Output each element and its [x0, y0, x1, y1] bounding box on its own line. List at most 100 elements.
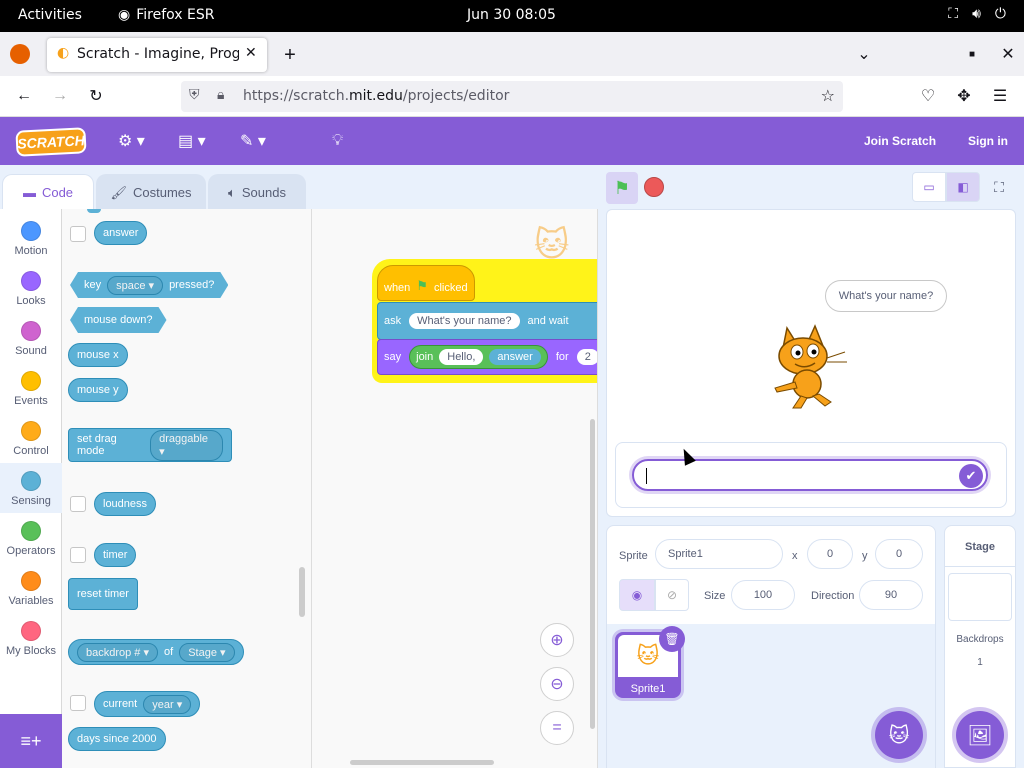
app-menu[interactable]: ◉ Firefox ESR [118, 7, 214, 23]
x-label: x [792, 550, 798, 562]
scratch-logo[interactable]: SCRATCH [15, 127, 87, 157]
extensions-icon[interactable]: ✥ [950, 82, 978, 110]
category-sensing[interactable]: Sensing [0, 463, 62, 513]
direction-input[interactable]: 90 [859, 580, 923, 610]
pocket-icon[interactable]: ♡ [914, 82, 942, 110]
choose-backdrop-button[interactable]: 🖼︎ [956, 711, 1004, 759]
bookmark-star-icon[interactable]: ☆ [821, 86, 835, 105]
tab-sounds[interactable]: 🔈︎ Sounds [208, 174, 306, 210]
x-input[interactable]: 0 [807, 539, 853, 569]
category-looks[interactable]: Looks [0, 263, 62, 313]
ask-and-wait-block[interactable]: ask What's your name? and wait [377, 302, 597, 340]
forward-button[interactable]: → [46, 82, 74, 110]
hello-input[interactable]: Hello, [439, 349, 484, 365]
sign-in-link[interactable]: Sign in [968, 117, 1008, 165]
menu-icon[interactable]: ☰ [986, 82, 1014, 110]
submit-answer-button[interactable]: ✔ [959, 464, 983, 488]
small-stage-button[interactable]: ▭ [912, 172, 946, 202]
join-block[interactable]: join Hello, answer [409, 345, 548, 369]
browser-tab[interactable]: ◐ Scratch - Imagine, Program ✕ [47, 38, 267, 72]
reload-button[interactable]: ↻ [82, 82, 110, 110]
cat-sprite[interactable] [767, 318, 857, 410]
category-events[interactable]: Events [0, 363, 62, 413]
days-since-block[interactable]: days since 2000 [68, 727, 166, 751]
fullscreen-button[interactable]: ⛶ [986, 172, 1012, 202]
choose-sprite-button[interactable]: 🐱︎ [875, 711, 923, 759]
current-dropdown[interactable]: year ▾ [143, 694, 192, 714]
say-for-secs-block[interactable]: say join Hello, answer for 2 [377, 339, 597, 375]
maximize-button[interactable]: ■ [958, 40, 986, 68]
loudness-checkbox[interactable] [70, 496, 86, 512]
block-palette: answer key space ▾ pressed? mouse down? mo… [62, 209, 312, 768]
key-pressed-block[interactable]: key space ▾ pressed? [70, 272, 228, 298]
back-button[interactable]: ← [10, 82, 38, 110]
category-my-blocks[interactable]: My Blocks [0, 613, 62, 663]
close-window-button[interactable]: ✕ [994, 40, 1022, 68]
answer-block[interactable]: answer [94, 221, 148, 245]
shield-icon[interactable]: ⛨ [189, 87, 200, 103]
stage-dropdown[interactable]: Stage ▾ [179, 642, 235, 662]
size-input[interactable]: 100 [731, 580, 795, 610]
category-operators[interactable]: Operators [0, 513, 62, 563]
activities-button[interactable]: Activities [18, 7, 82, 23]
code-workspace[interactable]: 🐱︎ when ⚑ clicked ask What's your name? and … [312, 209, 598, 768]
mouse-y-block[interactable]: mouse y [68, 378, 128, 402]
y-input[interactable]: 0 [875, 539, 923, 569]
hide-sprite-button[interactable]: ⊘ [655, 579, 689, 611]
green-flag-button[interactable]: ⚑ [606, 172, 638, 204]
workspace-vscrollbar[interactable] [590, 419, 595, 729]
list-tabs-icon[interactable]: ⌄ [850, 40, 878, 68]
category-motion[interactable]: Motion [0, 213, 62, 263]
mouse-down-block[interactable]: mouse down? [70, 307, 167, 333]
file-menu[interactable]: ▤ ▾ [178, 117, 206, 165]
ask-input[interactable]: What's your name? [409, 313, 520, 329]
settings-menu[interactable]: ⚙ ▾ [118, 117, 145, 165]
add-extension-button[interactable]: ≡+ [0, 714, 62, 768]
palette-scrollbar[interactable] [299, 567, 305, 617]
zoom-out-button[interactable]: ⊖ [540, 667, 574, 701]
firefox-view-icon[interactable] [10, 44, 30, 64]
stop-button[interactable] [644, 177, 664, 197]
current-checkbox[interactable] [70, 695, 86, 711]
tab-costumes[interactable]: 🖌︎ Costumes [96, 174, 206, 210]
timer-block[interactable]: timer [94, 543, 137, 567]
zoom-reset-button[interactable]: = [540, 711, 574, 745]
answer-reporter[interactable]: answer [489, 349, 541, 365]
backdrop-dropdown[interactable]: backdrop # ▾ [77, 642, 159, 662]
tab-close-icon[interactable]: ✕ [245, 45, 257, 61]
category-sound[interactable]: Sound [0, 313, 62, 363]
category-variables[interactable]: Variables [0, 563, 62, 613]
set-drag-mode-block[interactable]: set drag mode draggable ▾ [68, 428, 232, 462]
when-flag-clicked-block[interactable]: when ⚑ clicked [377, 265, 475, 301]
drag-dropdown[interactable]: draggable ▾ [150, 429, 223, 461]
tab-code[interactable]: ▬ Code [2, 174, 94, 210]
reset-timer-block[interactable]: reset timer [68, 578, 138, 610]
lock-icon[interactable]: 🔒︎ [217, 87, 224, 103]
backdrop-of-stage-block[interactable]: backdrop # ▾ of Stage ▾ [68, 639, 244, 665]
system-tray[interactable]: ⛶ 🔊︎ ⏻ [948, 6, 1006, 22]
secs-input[interactable]: 2 [576, 349, 597, 365]
new-tab-button[interactable]: + [276, 41, 304, 69]
zoom-in-button[interactable]: ⊕ [540, 623, 574, 657]
current-year-block[interactable]: current year ▾ [94, 691, 201, 717]
workspace-hscrollbar[interactable] [350, 760, 494, 765]
backdrop-thumbnail[interactable] [948, 573, 1012, 621]
clock[interactable]: Jun 30 08:05 [467, 7, 556, 23]
show-sprite-button[interactable]: ◉ [619, 579, 655, 611]
url-bar[interactable]: ⛨ 🔒︎ https://scratch.mit.edu/projects/ed… [181, 81, 843, 112]
answer-checkbox[interactable] [70, 226, 86, 242]
timer-checkbox[interactable] [70, 547, 86, 563]
loudness-block[interactable]: loudness [94, 492, 157, 516]
tutorials-button[interactable]: 💡︎ [332, 117, 343, 165]
category-control[interactable]: Control [0, 413, 62, 463]
delete-sprite-button[interactable]: 🗑︎ [659, 626, 685, 652]
stage[interactable]: What's your name? ✔ [606, 209, 1016, 517]
large-stage-button[interactable]: ◧ [946, 172, 980, 202]
sprite-name-input[interactable]: Sprite1 [655, 539, 783, 569]
join-scratch-link[interactable]: Join Scratch [864, 117, 936, 165]
file-icon: ▤ [178, 133, 194, 150]
url-text[interactable]: https://scratch.mit.edu/projects/editor [243, 88, 509, 104]
edit-menu[interactable]: ✎ ▾ [240, 117, 266, 165]
mouse-x-block[interactable]: mouse x [68, 343, 128, 367]
key-dropdown[interactable]: space ▾ [107, 276, 163, 295]
